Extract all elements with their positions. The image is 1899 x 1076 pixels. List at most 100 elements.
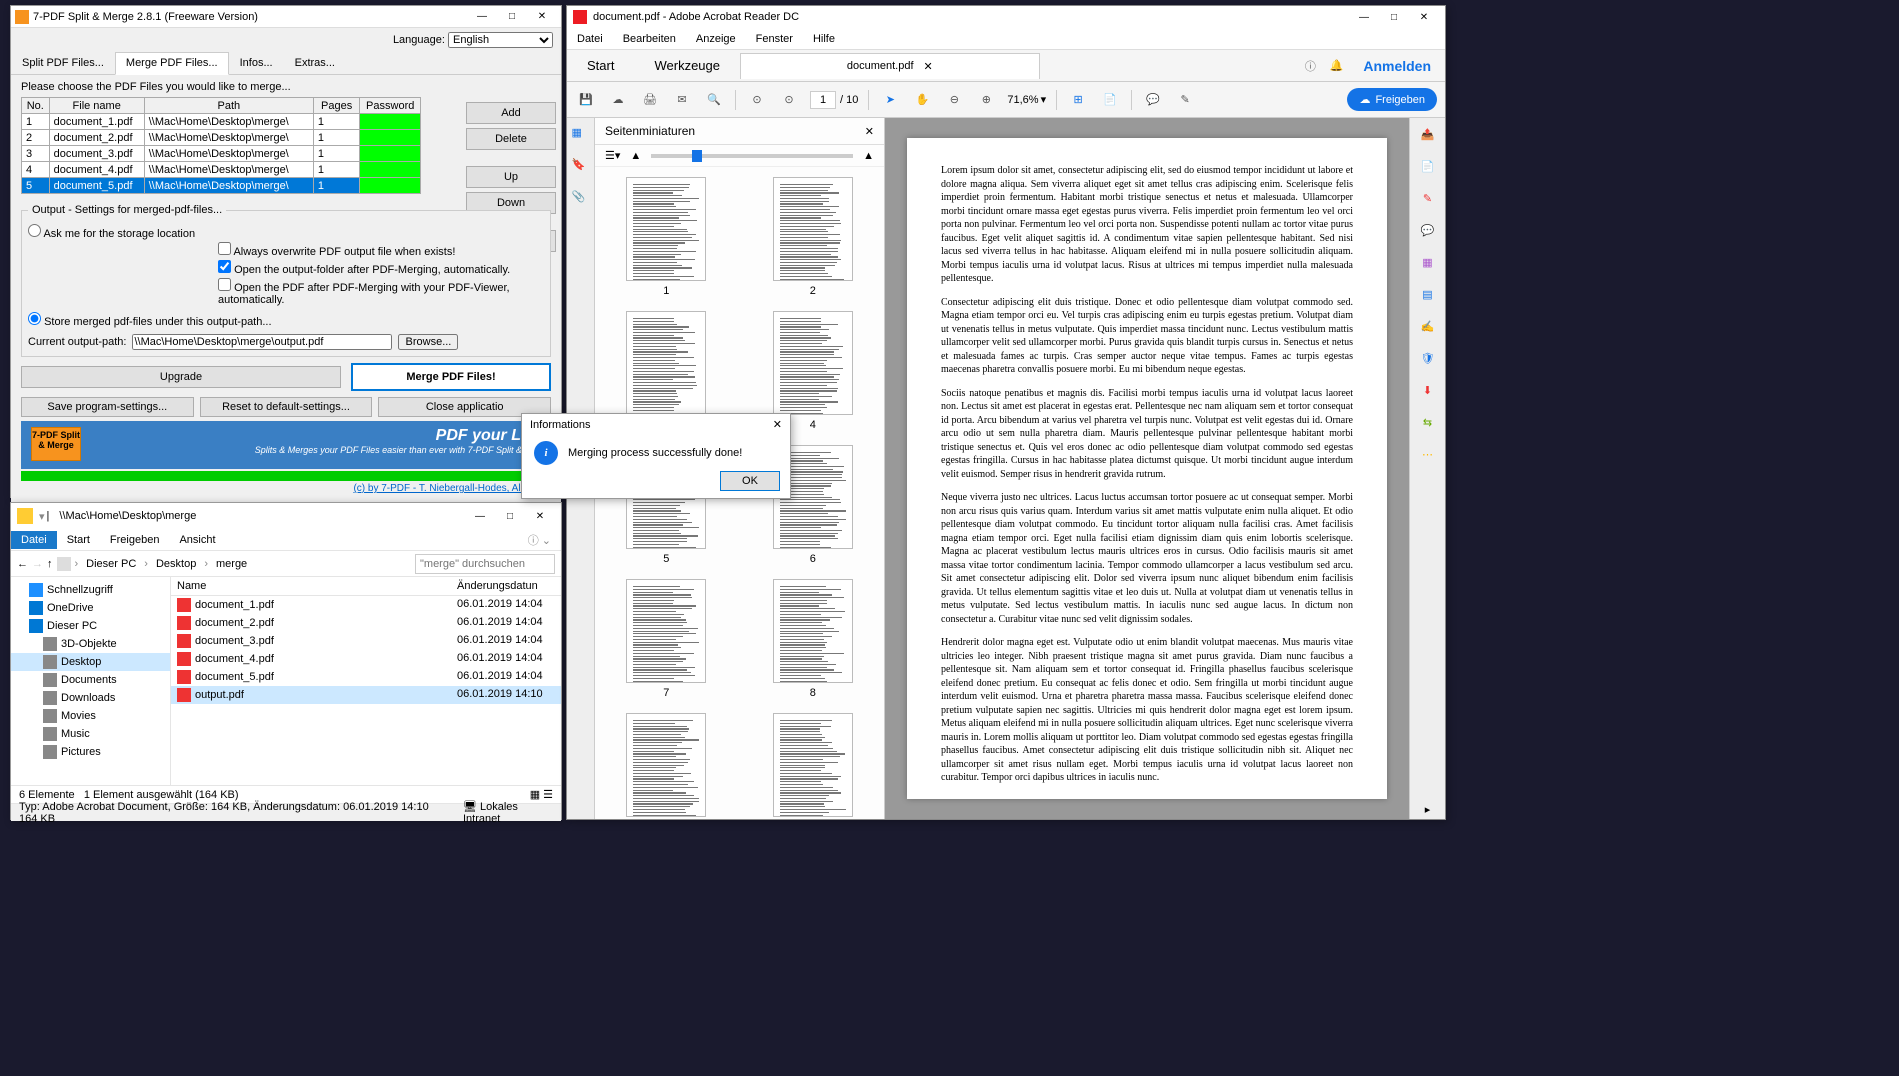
list-item[interactable]: output.pdf06.01.2019 14:10: [171, 686, 561, 704]
tree-item[interactable]: Downloads: [11, 689, 170, 707]
tool-organize-icon[interactable]: ▤: [1418, 284, 1438, 304]
close-button[interactable]: ✕: [527, 7, 557, 27]
tool-editpdf-icon[interactable]: ✎: [1418, 188, 1438, 208]
tool-convert-icon[interactable]: ⇆: [1418, 412, 1438, 432]
list-item[interactable]: document_1.pdf06.01.2019 14:04: [171, 596, 561, 614]
login-link[interactable]: Anmelden: [1349, 58, 1445, 74]
pointer-icon[interactable]: ➤: [879, 89, 901, 111]
explorer-titlebar[interactable]: ▾ | \\Mac\Home\Desktop\merge — □ ✕: [11, 503, 561, 529]
tab-werkzeuge[interactable]: Werkzeuge: [634, 52, 740, 79]
page-thumbnail[interactable]: 7: [605, 579, 728, 699]
tree-item[interactable]: Dieser PC: [11, 617, 170, 635]
thumb-options-icon[interactable]: ☰▾: [605, 149, 620, 162]
back-button[interactable]: ←: [17, 558, 28, 570]
page-input[interactable]: [810, 91, 836, 109]
tree-item[interactable]: Movies: [11, 707, 170, 725]
table-row[interactable]: 1document_1.pdf\\Mac\Home\Desktop\merge\…: [22, 114, 421, 130]
tab-document[interactable]: document.pdf✕: [740, 53, 1040, 79]
col-no[interactable]: No.: [22, 98, 50, 114]
opt-openfolder[interactable]: Open the output-folder after PDF-Merging…: [218, 260, 544, 276]
tab-split[interactable]: Split PDF Files...: [11, 52, 115, 74]
copyright[interactable]: (c) by 7-PDF - T. Niebergall-Hodes, All …: [21, 481, 551, 496]
collapse-rail-icon[interactable]: ▸: [1418, 799, 1438, 819]
menu-fenster[interactable]: Fenster: [746, 31, 803, 47]
comment-icon[interactable]: 💬: [1142, 89, 1164, 111]
forward-button[interactable]: →: [32, 558, 43, 570]
attachment-icon[interactable]: 📎: [572, 190, 590, 208]
tool-combine-icon[interactable]: ▦: [1418, 252, 1438, 272]
menu-start[interactable]: Start: [57, 531, 100, 549]
thumbnails-icon[interactable]: ▦: [572, 126, 590, 144]
tab-infos[interactable]: Infos...: [229, 52, 284, 74]
print-icon[interactable]: 🖨: [639, 89, 661, 111]
tab-close-icon[interactable]: ✕: [924, 60, 933, 73]
tab-extras[interactable]: Extras...: [284, 52, 346, 74]
acrobat-titlebar[interactable]: document.pdf - Adobe Acrobat Reader DC —…: [567, 6, 1445, 28]
page-thumbnail[interactable]: 10: [752, 713, 875, 819]
up-button[interactable]: Up: [466, 166, 556, 188]
list-item[interactable]: document_2.pdf06.01.2019 14:04: [171, 614, 561, 632]
table-row[interactable]: 5document_5.pdf\\Mac\Home\Desktop\merge\…: [22, 178, 421, 194]
opt-overwrite[interactable]: Always overwrite PDF output file when ex…: [218, 242, 544, 258]
close-button[interactable]: ✕: [1409, 7, 1439, 27]
list-item[interactable]: document_4.pdf06.01.2019 14:04: [171, 650, 561, 668]
language-select[interactable]: English: [448, 32, 553, 48]
fit-icon[interactable]: ⊞: [1067, 89, 1089, 111]
menu-hilfe[interactable]: Hilfe: [803, 31, 845, 47]
dialog-titlebar[interactable]: Informations ✕: [522, 414, 790, 435]
dialog-close-icon[interactable]: ✕: [773, 418, 782, 431]
col-date[interactable]: Änderungsdatun: [451, 577, 561, 595]
zoom-out-icon[interactable]: ⊖: [943, 89, 965, 111]
cloud-icon[interactable]: ☁: [607, 89, 629, 111]
next-page-icon[interactable]: ⊙: [778, 89, 800, 111]
opt-store[interactable]: Store merged pdf-files under this output…: [28, 312, 544, 328]
minimize-button[interactable]: —: [467, 7, 497, 27]
col-pages[interactable]: Pages: [313, 98, 360, 114]
7pdf-titlebar[interactable]: 7-PDF Split & Merge 2.8.1 (Freeware Vers…: [11, 6, 561, 28]
tree-item[interactable]: Pictures: [11, 743, 170, 761]
highlight-icon[interactable]: ✎: [1174, 89, 1196, 111]
zoom-value[interactable]: 71,6% ▾: [1007, 93, 1046, 106]
table-row[interactable]: 4document_4.pdf\\Mac\Home\Desktop\merge\…: [22, 162, 421, 178]
delete-button[interactable]: Delete: [466, 128, 556, 150]
menu-datei[interactable]: Datei: [11, 531, 57, 549]
col-name[interactable]: Name: [171, 577, 451, 595]
thumb-large-icon[interactable]: ▲: [863, 150, 874, 162]
menu-datei[interactable]: Datei: [567, 31, 613, 47]
opt-openpdf[interactable]: Open the PDF after PDF-Merging with your…: [218, 278, 544, 306]
save-icon[interactable]: 💾: [575, 89, 597, 111]
tool-more-icon[interactable]: ⋯: [1418, 444, 1438, 464]
minimize-button[interactable]: —: [465, 506, 495, 526]
search-input[interactable]: [415, 554, 555, 574]
menu-bearbeiten[interactable]: Bearbeiten: [613, 31, 686, 47]
opt-ask[interactable]: Ask me for the storage location: [28, 224, 544, 240]
tree-item[interactable]: Schnellzugriff: [11, 581, 170, 599]
up-button[interactable]: ↑: [47, 558, 53, 570]
page-thumbnail[interactable]: 9: [605, 713, 728, 819]
tool-export-icon[interactable]: 📤: [1418, 124, 1438, 144]
tree-item[interactable]: OneDrive: [11, 599, 170, 617]
page-thumbnail[interactable]: 2: [752, 177, 875, 297]
table-row[interactable]: 2document_2.pdf\\Mac\Home\Desktop\merge\…: [22, 130, 421, 146]
minimize-button[interactable]: —: [1349, 7, 1379, 27]
crumb[interactable]: Dieser PC: [82, 556, 140, 572]
bookmark-icon[interactable]: 🔖: [572, 158, 590, 176]
scroll-icon[interactable]: 📄: [1099, 89, 1121, 111]
zoom-in-icon[interactable]: ⊕: [975, 89, 997, 111]
add-button[interactable]: Add: [466, 102, 556, 124]
maximize-button[interactable]: □: [497, 7, 527, 27]
menu-anzeige[interactable]: Anzeige: [686, 31, 746, 47]
table-row[interactable]: 3document_3.pdf\\Mac\Home\Desktop\merge\…: [22, 146, 421, 162]
page-thumbnail[interactable]: 1: [605, 177, 728, 297]
help-icon[interactable]: ⓘ: [1297, 53, 1323, 79]
tool-protect-icon[interactable]: 🛡: [1418, 348, 1438, 368]
list-item[interactable]: document_5.pdf06.01.2019 14:04: [171, 668, 561, 686]
outpath-input[interactable]: [132, 334, 392, 350]
menu-freigeben[interactable]: Freigeben: [100, 531, 170, 549]
tree-item[interactable]: Desktop: [11, 653, 170, 671]
tool-fillsign-icon[interactable]: ✍: [1418, 316, 1438, 336]
thumbnail-close-icon[interactable]: ✕: [865, 125, 874, 138]
tool-createpdf-icon[interactable]: 📄: [1418, 156, 1438, 176]
share-button[interactable]: ☁Freigeben: [1347, 88, 1437, 111]
maximize-button[interactable]: □: [495, 506, 525, 526]
